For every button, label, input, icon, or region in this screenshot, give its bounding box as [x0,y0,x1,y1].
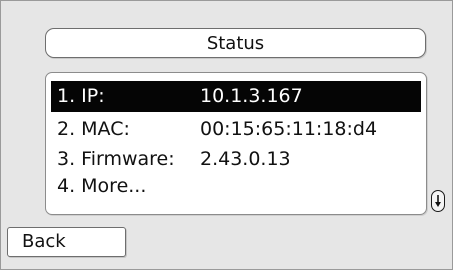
status-list: 1. IP: 10.1.3.167 2. MAC: 00:15:65:11:18… [45,72,427,215]
arrow-down-icon [435,195,441,207]
status-item-label: 4. More... [57,175,147,197]
status-item-value: 00:15:65:11:18:d4 [200,118,378,140]
status-item-ip[interactable]: 1. IP: 10.1.3.167 [51,81,421,112]
status-item-mac[interactable]: 2. MAC: 00:15:65:11:18:d4 [51,114,421,145]
phone-screen: Status 1. IP: 10.1.3.167 2. MAC: 00:15:6… [0,0,453,270]
status-item-label: 2. MAC: [57,118,130,140]
back-button[interactable]: Back [7,227,126,257]
page-title: Status [206,32,265,54]
status-item-more[interactable]: 4. More... [51,171,421,202]
page-title-bar: Status [45,28,426,58]
status-item-value: 10.1.3.167 [200,85,303,107]
back-button-label: Back [22,231,66,252]
scroll-down-button[interactable] [431,190,445,212]
status-item-label: 1. IP: [57,85,105,107]
